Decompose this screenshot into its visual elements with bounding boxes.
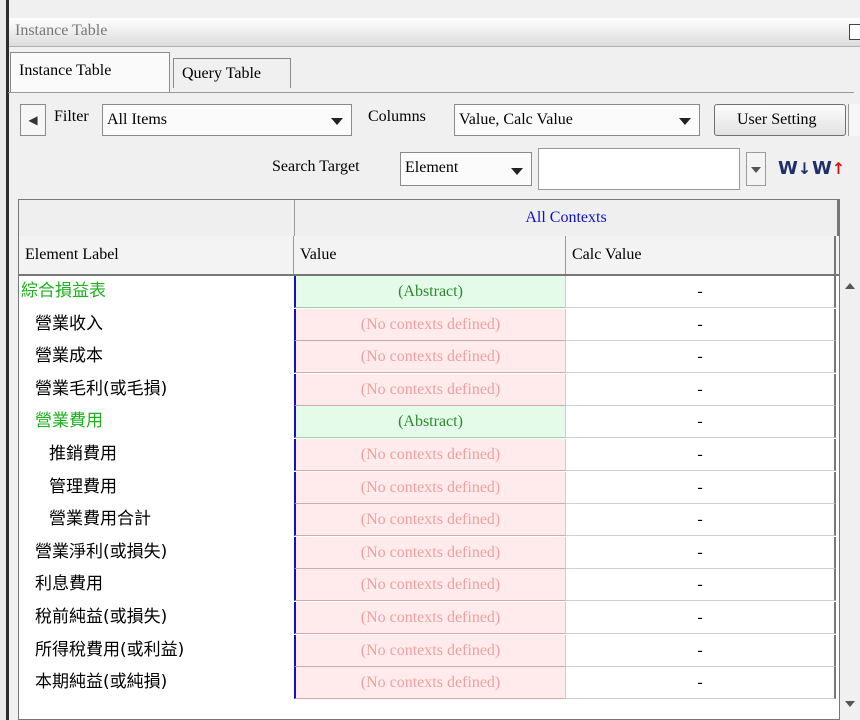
value-cell[interactable]: (No contexts defined) (294, 634, 566, 667)
filter-value: All Items (107, 111, 167, 128)
value-cell[interactable]: (No contexts defined) (294, 536, 566, 569)
columns-select[interactable]: Value, Calc Value (454, 104, 700, 136)
chevron-down-icon (679, 118, 691, 125)
calc-value-cell[interactable]: - (566, 602, 836, 634)
window-title: Instance Table (15, 22, 108, 39)
scroll-up-icon[interactable] (845, 283, 855, 289)
value-cell[interactable]: (No contexts defined) (294, 504, 566, 537)
element-label-cell[interactable]: 綜合損益表 (19, 276, 294, 308)
toolbar-scroll-left-button[interactable]: ◀ (20, 104, 46, 136)
scroll-down-icon[interactable] (845, 701, 855, 707)
table-row[interactable]: 所得稅費用(或利益) (No contexts defined) - (19, 634, 839, 667)
value-cell[interactable]: (Abstract) (294, 276, 566, 308)
calc-value-cell[interactable]: - (566, 308, 836, 341)
value-cell[interactable]: (No contexts defined) (294, 602, 566, 634)
element-label-cell[interactable]: 營業費用合計 (19, 504, 294, 536)
search-history-dropdown[interactable] (746, 152, 766, 186)
calc-value-cell[interactable]: - (566, 504, 836, 537)
tab-label: Instance Table (19, 62, 112, 79)
value-cell[interactable]: (No contexts defined) (294, 471, 566, 504)
columns-label: Columns (368, 108, 426, 125)
table-row[interactable]: 利息費用 (No contexts defined) - (19, 569, 839, 602)
calc-value-cell[interactable]: - (566, 667, 836, 700)
title-bar: Instance Table (9, 18, 860, 47)
search-target-value: Element (405, 159, 459, 176)
calc-value-cell[interactable]: - (566, 569, 836, 602)
table-row[interactable]: 營業淨利(或損失) (No contexts defined) - (19, 536, 839, 569)
value-cell[interactable]: (No contexts defined) (294, 373, 566, 406)
element-label-cell[interactable]: 管理費用 (19, 472, 294, 504)
tab-label: Query Table (182, 65, 261, 82)
table-row[interactable]: 本期純益(或純損) (No contexts defined) - (19, 667, 839, 700)
toolbar-divider (8, 92, 854, 93)
sort-descending-icon[interactable]: W↓ (778, 158, 811, 179)
tab-instance-table[interactable]: Instance Table (10, 52, 170, 92)
calc-value-cell[interactable]: - (566, 439, 836, 471)
element-label-cell[interactable]: 營業收入 (19, 309, 294, 341)
calc-value-cell[interactable]: - (566, 373, 836, 406)
instance-grid: All Contexts Element Label Value Calc Va… (18, 199, 840, 720)
element-label-cell[interactable]: 推銷費用 (19, 439, 294, 471)
table-row[interactable]: 綜合損益表 (Abstract) - (19, 276, 839, 308)
chevron-left-icon: ◀ (28, 113, 38, 127)
column-header-value[interactable]: Value (294, 236, 566, 274)
element-label-cell[interactable]: 營業費用 (19, 406, 294, 438)
search-target-select[interactable]: Element (400, 152, 532, 186)
calc-value-cell[interactable]: - (566, 536, 836, 569)
element-label-cell[interactable]: 所得稅費用(或利益) (19, 635, 294, 667)
calc-value-cell[interactable]: - (566, 341, 836, 374)
calc-value-cell[interactable]: - (566, 634, 836, 667)
table-row[interactable]: 管理費用 (No contexts defined) - (19, 471, 839, 504)
element-label-cell[interactable]: 本期純益(或純損) (19, 667, 294, 699)
table-row[interactable]: 稅前純益(或損失) (No contexts defined) - (19, 602, 839, 634)
columns-value: Value, Calc Value (459, 111, 573, 128)
element-label-cell[interactable]: 營業毛利(或毛損) (19, 374, 294, 406)
restore-window-button[interactable] (849, 24, 860, 40)
tab-query-table[interactable]: Query Table (173, 58, 291, 88)
column-header-element-label[interactable]: Element Label (19, 236, 294, 274)
user-settings-label: User Setting (737, 111, 817, 128)
search-input[interactable] (538, 148, 740, 190)
vertical-scrollbar[interactable] (840, 235, 860, 720)
element-label-cell[interactable]: 營業成本 (19, 341, 294, 373)
element-label-cell[interactable]: 稅前純益(或損失) (19, 602, 294, 634)
user-settings-button[interactable]: User Setting (714, 104, 846, 136)
filter-label: Filter (54, 108, 89, 125)
column-header-calc-value[interactable]: Calc Value (566, 236, 836, 274)
grid-group-header: All Contexts (19, 200, 839, 237)
table-row[interactable]: 營業費用合計 (No contexts defined) - (19, 504, 839, 537)
sort-ascending-icon[interactable]: W↑ (812, 158, 845, 179)
all-contexts-header[interactable]: All Contexts (294, 200, 839, 236)
table-row[interactable]: 營業成本 (No contexts defined) - (19, 341, 839, 374)
element-label-cell[interactable]: 營業淨利(或損失) (19, 537, 294, 569)
search-target-label: Search Target (272, 158, 360, 175)
value-cell[interactable]: (No contexts defined) (294, 341, 566, 374)
value-cell[interactable]: (No contexts defined) (294, 667, 566, 700)
value-cell[interactable]: (No contexts defined) (294, 439, 566, 471)
calc-value-cell[interactable]: - (566, 276, 836, 308)
table-row[interactable]: 推銷費用 (No contexts defined) - (19, 439, 839, 471)
value-cell[interactable]: (No contexts defined) (294, 308, 566, 341)
calc-value-cell[interactable]: - (566, 471, 836, 504)
table-row[interactable]: 營業費用 (Abstract) - (19, 406, 839, 439)
value-cell[interactable]: (No contexts defined) (294, 569, 566, 602)
grid-column-headers: Element Label Value Calc Value (19, 236, 839, 276)
element-label-cell[interactable]: 利息費用 (19, 569, 294, 601)
chevron-down-icon (511, 168, 523, 175)
table-row[interactable]: 營業收入 (No contexts defined) - (19, 308, 839, 341)
chevron-down-icon (331, 118, 343, 125)
toolbar-scroll-right-button[interactable] (848, 104, 860, 136)
filter-select[interactable]: All Items (102, 104, 352, 136)
value-cell[interactable]: (Abstract) (294, 406, 566, 439)
table-row[interactable]: 營業毛利(或毛損) (No contexts defined) - (19, 373, 839, 406)
calc-value-cell[interactable]: - (566, 406, 836, 439)
